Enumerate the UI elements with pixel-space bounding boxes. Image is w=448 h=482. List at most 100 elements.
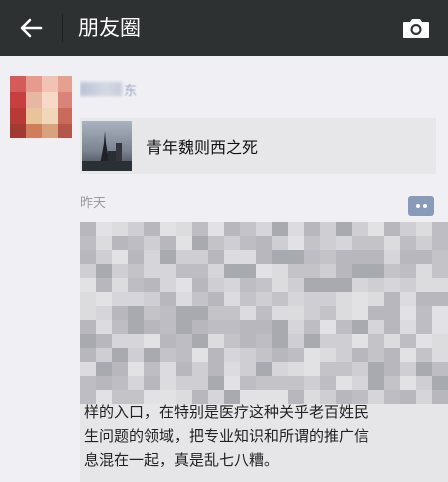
mosaic-cell xyxy=(144,334,160,348)
mosaic-cell xyxy=(144,278,160,292)
author-name[interactable]: 东 xyxy=(80,80,142,98)
mosaic-cell xyxy=(192,348,208,362)
mosaic-cell xyxy=(416,376,432,390)
mosaic-cell xyxy=(192,236,208,250)
mosaic-cell xyxy=(416,292,432,306)
mosaic-cell xyxy=(432,334,448,348)
mosaic-cell xyxy=(256,362,272,376)
mosaic-cell xyxy=(432,320,448,334)
mosaic-cell xyxy=(368,376,384,390)
mosaic-cell xyxy=(320,222,336,236)
mosaic-cell xyxy=(160,250,176,264)
mosaic-cell xyxy=(80,306,96,320)
mosaic-cell xyxy=(80,320,96,334)
comment-section: 样的入口，在特别是医疗这种关乎老百姓民 生问题的领域，把专业知识和所谓的推广信 … xyxy=(80,222,448,482)
mosaic-cell xyxy=(352,334,368,348)
mosaic-cell xyxy=(272,278,288,292)
mosaic-cell xyxy=(336,320,352,334)
mosaic-cell xyxy=(368,222,384,236)
mosaic-cell xyxy=(112,334,128,348)
mosaic-cell xyxy=(96,236,112,250)
mosaic-cell xyxy=(128,278,144,292)
mosaic-cell xyxy=(336,222,352,236)
mosaic-cell xyxy=(336,250,352,264)
top-navigation-bar: 朋友圈 xyxy=(0,0,448,56)
mosaic-cell xyxy=(288,278,304,292)
mosaic-cell xyxy=(400,236,416,250)
mosaic-cell xyxy=(224,264,240,278)
camera-icon xyxy=(403,19,429,38)
mosaic-cell xyxy=(432,362,448,376)
mosaic-cell xyxy=(352,348,368,362)
mosaic-cell xyxy=(224,292,240,306)
mosaic-cell xyxy=(384,222,400,236)
mosaic-cell xyxy=(240,376,256,390)
mosaic-cell xyxy=(416,348,432,362)
mosaic-cell xyxy=(384,292,400,306)
comment-button[interactable] xyxy=(408,196,434,216)
mosaic-cell xyxy=(192,278,208,292)
back-button[interactable] xyxy=(14,10,48,46)
mosaic-cell xyxy=(176,222,192,236)
mosaic-cell xyxy=(112,264,128,278)
mosaic-cell xyxy=(96,362,112,376)
mosaic-cell xyxy=(80,292,96,306)
mosaic-cell xyxy=(128,376,144,390)
mosaic-cell xyxy=(416,264,432,278)
mosaic-cell xyxy=(128,292,144,306)
mosaic-cell xyxy=(272,376,288,390)
mosaic-cell xyxy=(144,250,160,264)
mosaic-cell xyxy=(240,250,256,264)
mosaic-cell xyxy=(224,278,240,292)
mosaic-cell xyxy=(224,376,240,390)
mosaic-cell xyxy=(192,320,208,334)
mosaic-cell xyxy=(208,334,224,348)
camera-button[interactable] xyxy=(400,12,432,44)
mosaic-cell xyxy=(320,376,336,390)
mosaic-cell xyxy=(320,292,336,306)
mosaic-cell xyxy=(288,250,304,264)
mosaic-cell xyxy=(432,250,448,264)
mosaic-cell xyxy=(368,348,384,362)
comment-line-1: 样的入口，在特别是医疗这种关乎老百姓民 xyxy=(84,403,370,421)
mosaic-cell xyxy=(240,278,256,292)
mosaic-cell xyxy=(304,264,320,278)
mosaic-cell xyxy=(336,236,352,250)
mosaic-cell xyxy=(160,306,176,320)
mosaic-cell xyxy=(144,320,160,334)
mosaic-cell xyxy=(112,222,128,236)
mosaic-cell xyxy=(112,362,128,376)
mosaic-cell xyxy=(304,222,320,236)
mosaic-cell xyxy=(256,334,272,348)
mosaic-cell xyxy=(208,376,224,390)
mosaic-cell xyxy=(128,320,144,334)
mosaic-cell xyxy=(384,348,400,362)
mosaic-cell xyxy=(128,306,144,320)
mosaic-cell xyxy=(96,292,112,306)
mosaic-cell xyxy=(128,362,144,376)
mosaic-cell xyxy=(352,278,368,292)
mosaic-cell xyxy=(80,362,96,376)
mosaic-cell xyxy=(320,306,336,320)
mosaic-cell xyxy=(128,264,144,278)
mosaic-cell xyxy=(144,236,160,250)
mosaic-cell xyxy=(384,334,400,348)
mosaic-cell xyxy=(400,306,416,320)
mosaic-cell xyxy=(112,278,128,292)
mosaic-cell xyxy=(128,222,144,236)
mosaic-cell xyxy=(304,236,320,250)
mosaic-cell xyxy=(176,334,192,348)
mosaic-cell xyxy=(208,222,224,236)
mosaic-cell xyxy=(160,264,176,278)
mosaic-cell xyxy=(272,264,288,278)
mosaic-cell xyxy=(256,264,272,278)
mosaic-cell xyxy=(80,250,96,264)
mosaic-cell xyxy=(288,320,304,334)
mosaic-cell xyxy=(240,348,256,362)
mosaic-cell xyxy=(336,348,352,362)
redacted-comment-mosaic xyxy=(80,222,448,422)
mosaic-cell xyxy=(384,362,400,376)
shared-article-card[interactable]: 青年魏则西之死 xyxy=(80,118,436,174)
mosaic-cell xyxy=(112,292,128,306)
avatar[interactable] xyxy=(10,76,72,138)
